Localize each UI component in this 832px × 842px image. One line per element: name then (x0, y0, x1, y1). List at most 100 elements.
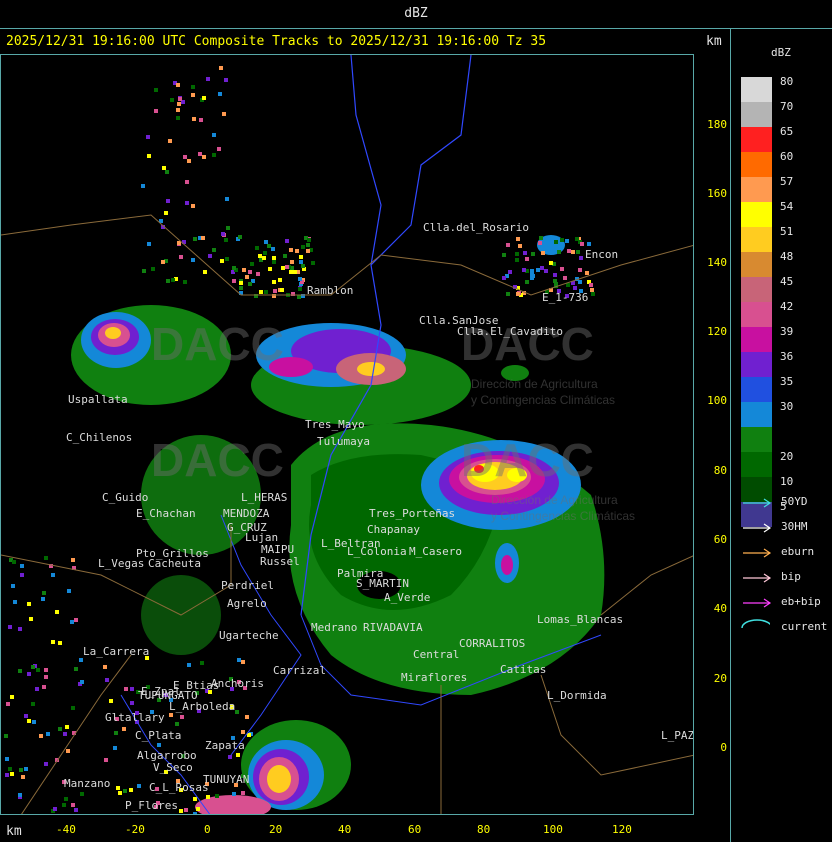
place-label: RIVADAVIA (363, 621, 423, 634)
x-tick-label: 100 (543, 823, 563, 836)
place-label: Agrelo (227, 597, 267, 610)
watermark-subtitle: Dirección de Agricultura (491, 493, 618, 507)
place-label: P_Flores (125, 799, 178, 812)
watermark-brand: DACC (151, 318, 284, 370)
window-titlebar: dBZ (0, 0, 832, 29)
track-arrow-icon (743, 573, 772, 583)
y-tick-label: 180 (707, 118, 727, 131)
y-tick-label: 140 (707, 256, 727, 269)
place-label: Clla.del_Rosario (423, 221, 529, 234)
track-arrow-icon (743, 498, 772, 508)
window-title: dBZ (404, 6, 428, 21)
place-label: E_Btias (173, 679, 220, 692)
y-tick-label: 60 (713, 533, 727, 546)
legend-label: 42 (780, 300, 794, 313)
units-label-top: km (706, 34, 722, 49)
watermark-brand: DACC (151, 434, 284, 486)
place-label: Tres_Mayo (305, 418, 365, 431)
place-label: Central (413, 648, 460, 661)
place-label: A_Verde (384, 591, 431, 604)
x-tick-label: 0 (204, 823, 211, 836)
legend-swatch (741, 327, 772, 352)
watermark-brand: DACC (461, 434, 594, 486)
legend-label: 65 (780, 125, 794, 138)
place-label: Medrano (311, 621, 358, 634)
place-label: Encon (585, 248, 619, 261)
legend-label: 45 (780, 275, 794, 288)
units-label-bottom: km (6, 824, 22, 839)
legend-swatch (741, 202, 772, 227)
place-label: M_Casero (409, 545, 462, 558)
place-label: C_Chilenos (66, 431, 133, 444)
place-label: Ramblon (307, 284, 354, 297)
x-tick-label: -40 (56, 823, 76, 836)
track-label: 30HM (781, 520, 808, 533)
legend-swatch (741, 227, 772, 252)
place-label: Zapata (205, 739, 245, 752)
composite-title: 2025/12/31 19:16:00 UTC Composite Tracks… (6, 34, 547, 49)
legend-label: 54 (780, 200, 794, 213)
place-label: L_PAZ (661, 729, 694, 742)
legend-label: 60 (780, 150, 794, 163)
y-tick-label: 160 (707, 187, 727, 200)
place-label: CORRALITOS (459, 637, 526, 650)
place-label: C_Plata (135, 729, 182, 742)
legend-swatch (741, 102, 772, 127)
legend-swatch (741, 402, 772, 427)
place-label: L_Colonia (347, 545, 407, 558)
place-label: L_HERAS (241, 491, 288, 504)
place-label: Ugarteche (219, 629, 279, 642)
legend-swatch (741, 452, 772, 477)
legend-swatch (741, 427, 772, 452)
x-tick-label: -20 (125, 823, 145, 836)
place-label: MENDOZA (223, 507, 270, 520)
legend-panel-divider (730, 28, 731, 842)
y-tick-label: 80 (713, 464, 727, 477)
place-label: Chapanay (367, 523, 420, 536)
legend-label: 57 (780, 175, 794, 188)
place-label: Miraflores (401, 671, 468, 684)
legend-label: 51 (780, 225, 794, 238)
radar-plot[interactable]: DACC DACC Dirección de Agricultura y Con… (0, 54, 694, 815)
track-label: bip (781, 570, 801, 583)
legend-label: 20 (780, 450, 794, 463)
x-tick-label: 40 (338, 823, 352, 836)
place-label: La_Carrera (83, 645, 150, 658)
place-label: E_Chachan (136, 507, 196, 520)
place-label: Carrizal (273, 664, 326, 677)
place-label: Lomas_Blancas (537, 613, 624, 626)
watermark-subtitle: y Contingencias Climáticas (491, 509, 636, 523)
place-label: V_Seco (153, 761, 193, 774)
track-label: 50YD (781, 495, 808, 508)
watermark-subtitle: y Contingencias Climáticas (471, 393, 616, 407)
legend-label: 80 (780, 75, 794, 88)
place-label: Gltallary (105, 711, 165, 724)
watermark-subtitle: Dirección de Agricultura (471, 377, 598, 391)
place-label: E_1-736 (542, 291, 589, 304)
place-label: TUNUYAN (203, 773, 250, 786)
place-label: Tres_Porteñas (369, 507, 456, 520)
track-arrow-icon (743, 523, 772, 533)
legend-label: 36 (780, 350, 794, 363)
legend-title: dBZ (771, 46, 791, 59)
legend-swatch (741, 302, 772, 327)
legend-label: 10 (780, 475, 794, 488)
current-label: current (781, 620, 828, 633)
track-label: eb+bip (781, 595, 821, 608)
place-label: Manzano (64, 777, 111, 790)
x-tick-label: 60 (408, 823, 422, 836)
legend-label: 30 (780, 400, 794, 413)
legend-swatch (741, 77, 772, 102)
y-tick-label: 0 (720, 741, 727, 754)
place-label: Uspallata (68, 393, 128, 406)
place-label: C_L_Rosas (149, 781, 209, 794)
legend-label: 70 (780, 100, 794, 113)
y-tick-label: 100 (707, 394, 727, 407)
place-label: L_Dormida (547, 689, 607, 702)
y-tick-label: 120 (707, 325, 727, 338)
legend-label: 39 (780, 325, 794, 338)
legend-swatch (741, 152, 772, 177)
place-label: Cacheuta (148, 557, 201, 570)
current-ellipse-icon (741, 619, 770, 628)
place-label: Clla.El_Cavadito (457, 325, 563, 338)
